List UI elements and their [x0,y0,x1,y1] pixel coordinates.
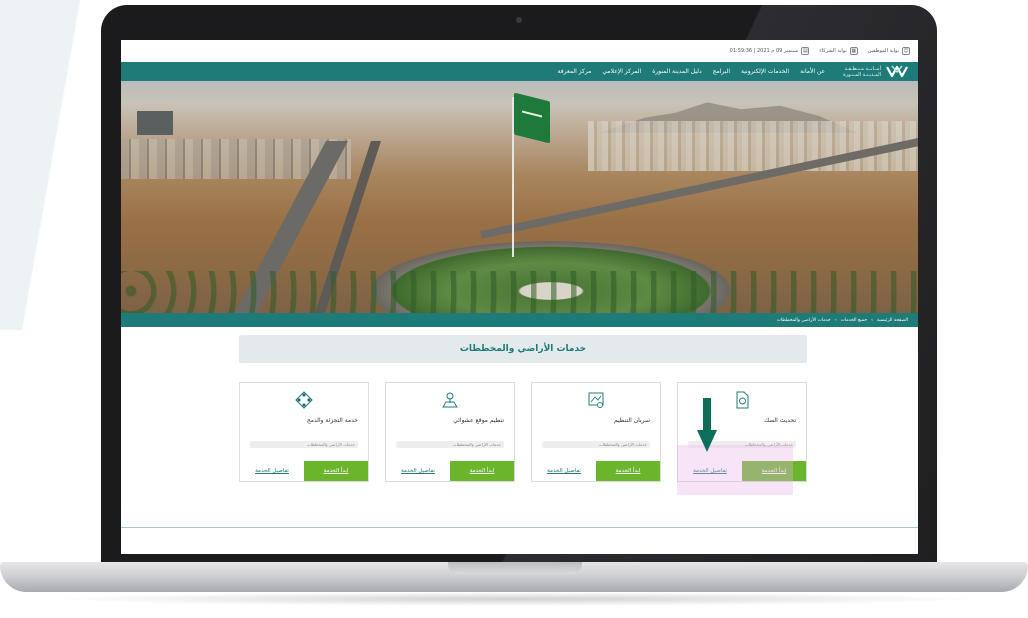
map-document-icon [588,392,604,408]
laptop-shadow [40,592,988,606]
brand-line-2: المـديـنـة المـنـورة [843,71,881,78]
breadcrumb: الصفحة الرئيسية › جميع الخدمات › خدمات ا… [121,313,918,327]
service-title: تنظيم موقع عشوائي [453,417,504,424]
service-category-tag: خدمات الأراضي والمخططات [250,441,358,448]
hero-town-right [588,121,918,171]
arrow-down-icon [697,398,717,452]
saudi-flag [514,92,550,144]
service-card: سريان التنظيم خدمات الأراضي والمخططات اب… [531,382,661,482]
start-service-button[interactable]: ابدأ الخدمة [596,461,660,481]
calendar-icon: ▤ [801,47,810,55]
employees-portal-label: بوابة الموظفين [867,48,899,54]
employees-portal-link[interactable]: ☺ بوابة الموظفين [868,47,910,55]
nav-item-knowledge-center[interactable]: مركز المعرفة [558,68,592,75]
document-icon [736,391,749,409]
datetime: ▤ 01:59:36 | 2021 سبتمبر 09 م [730,47,810,55]
breadcrumb-separator: › [871,317,873,323]
logo[interactable]: أمــانــة مـنـطـقـة المـديـنـة المـنـورة [843,64,908,79]
service-details-link[interactable]: تفاصيل الخدمة [386,461,450,481]
logo-mark-icon [886,65,908,78]
breadcrumb-separator: › [834,317,837,323]
split-merge-icon [295,391,313,409]
nav-item-e-services[interactable]: الخدمات الإلكترونية [741,68,789,75]
service-actions: ابدأ الخدمة تفاصيل الخدمة [240,461,368,481]
breadcrumb-home[interactable]: الصفحة الرئيسية [877,318,908,323]
stage: ☺ بوابة الموظفين ▦ بوابة الشركاء ▤ 01:59… [0,0,1028,618]
service-details-link[interactable]: تفاصيل الخدمة [240,461,304,481]
nav-item-city-guide[interactable]: دليل المدينة المنورة [652,68,701,75]
laptop-notch [448,562,582,574]
user-icon: ☺ [902,47,910,55]
brand-line-1: أمــانــة مـنـطـقـة [844,65,881,72]
service-card: تنظيم موقع عشوائي خدمات الأراضي والمخططا… [385,382,515,482]
hero-palms [121,271,918,313]
partners-portal-label: بوابة الشركاء [819,48,847,54]
service-title: سريان التنظيم [614,417,650,424]
service-details-link[interactable]: تفاصيل الخدمة [532,461,596,481]
breadcrumb-all-services[interactable]: جميع الخدمات [841,318,867,323]
datetime-label: 01:59:36 | 2021 سبتمبر 09 م [729,48,799,54]
hero-image [121,81,918,313]
start-service-button[interactable]: ابدأ الخدمة [450,461,514,481]
nav-item-about[interactable]: عن الأمانة [800,68,825,75]
service-title: تحديث الصك [764,417,796,424]
service-category-tag: خدمات الأراضي والمخططات [396,441,504,448]
nav-item-programs[interactable]: البرامج [713,68,730,75]
footer-divider [121,527,918,528]
building-icon: ▦ [849,47,858,55]
service-card: خدمة التجزئة والدمج خدمات الأراضي والمخط… [239,382,369,482]
nav-item-media-center[interactable]: المركز الإعلامي [602,68,641,75]
camera-dot [516,17,522,23]
main-nav: أمــانــة مـنـطـقـة المـديـنـة المـنـورة… [121,62,918,81]
page-title: خدمات الأراضي والمخططات [239,335,807,363]
nav-links: عن الأمانة الخدمات الإلكترونية البرامج د… [558,68,826,75]
service-actions: ابدأ الخدمة تفاصيل الخدمة [386,461,514,481]
utility-bar: ☺ بوابة الموظفين ▦ بوابة الشركاء ▤ 01:59… [121,40,918,62]
service-actions: ابدأ الخدمة تفاصيل الخدمة [532,461,660,481]
hero-building [137,111,173,135]
service-title: خدمة التجزئة والدمج [306,417,358,424]
browser-screen: ☺ بوابة الموظفين ▦ بوابة الشركاء ▤ 01:59… [121,40,918,554]
breadcrumb-current: خدمات الأراضي والمخططات [776,317,831,323]
brand-text: أمــانــة مـنـطـقـة المـديـنـة المـنـورة [843,66,881,78]
location-pin-icon [442,392,458,408]
partners-portal-link[interactable]: ▦ بوابة الشركاء [819,47,858,55]
start-service-button[interactable]: ابدأ الخدمة [304,461,368,481]
details-highlight [677,445,793,495]
service-category-tag: خدمات الأراضي والمخططات [542,441,650,448]
